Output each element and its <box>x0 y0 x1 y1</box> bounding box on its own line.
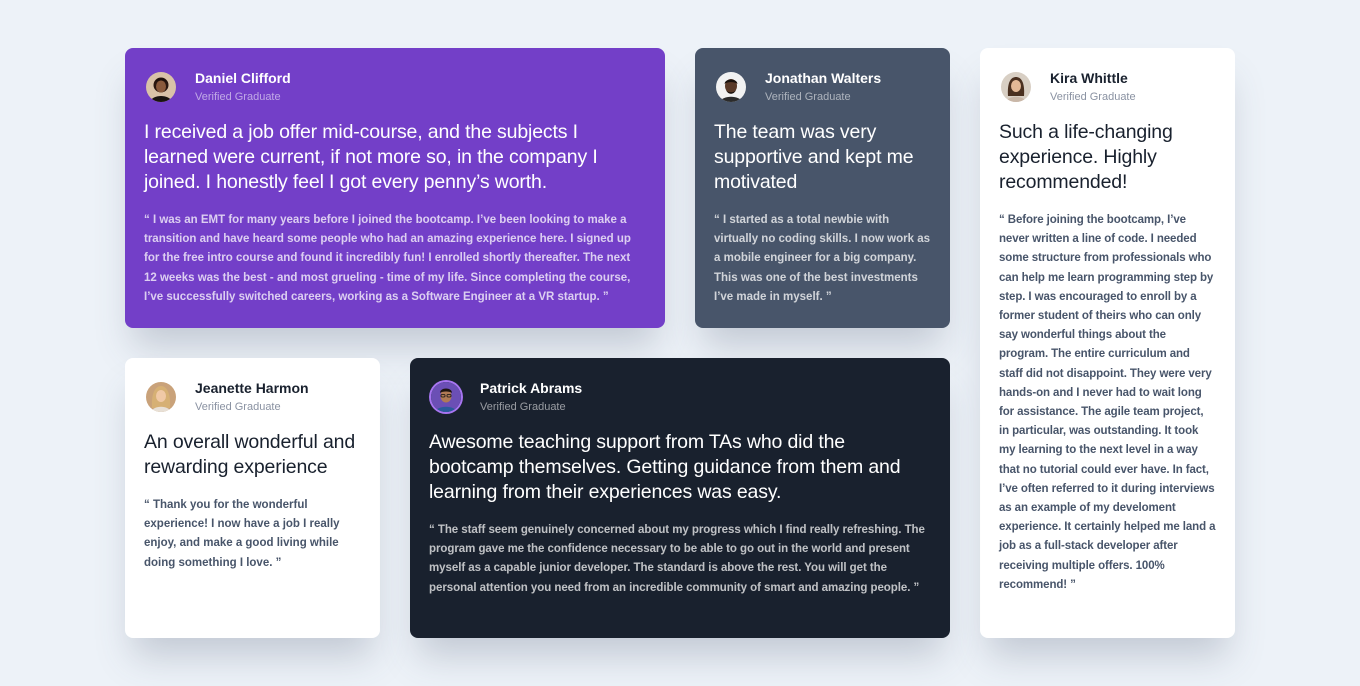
author-info: Jeanette Harmon Verified Graduate <box>195 380 309 414</box>
testimonial-quote: “ The staff seem genuinely concerned abo… <box>429 524 925 594</box>
author-info: Patrick Abrams Verified Graduate <box>480 380 582 414</box>
testimonials-grid: Daniel Clifford Verified Graduate I rece… <box>125 48 1235 638</box>
author-name: Daniel Clifford <box>195 70 291 86</box>
author-name: Patrick Abrams <box>480 380 583 396</box>
avatar-kira-icon <box>1001 72 1031 102</box>
author-status: Verified Graduate <box>765 91 851 103</box>
testimonial-card-jeanette: Jeanette Harmon Verified Graduate An ove… <box>125 358 380 638</box>
avatar-daniel-icon <box>146 72 176 102</box>
author-info: Kira Whittle Verified Graduate <box>1050 70 1136 104</box>
author-name: Kira Whittle <box>1050 70 1128 86</box>
author-status: Verified Graduate <box>480 401 566 413</box>
testimonial-card-patrick: Patrick Abrams Verified Graduate Awesome… <box>410 358 950 638</box>
author-status: Verified Graduate <box>195 91 281 103</box>
testimonial-header: Patrick Abrams Verified Graduate <box>429 380 931 414</box>
avatar-jonathan-icon <box>716 72 746 102</box>
testimonial-quote: “ Thank you for the wonderful experience… <box>144 499 340 569</box>
testimonial-quote: “ I was an EMT for many years before I j… <box>144 214 631 303</box>
testimonial-headline: An overall wonderful and rewarding exper… <box>144 431 356 478</box>
testimonial-headline: The team was very supportive and kept me… <box>714 121 914 193</box>
testimonial-header: Jeanette Harmon Verified Graduate <box>144 380 361 414</box>
testimonial-header: Jonathan Walters Verified Graduate <box>714 70 931 104</box>
avatar-patrick-icon <box>431 382 461 412</box>
author-status: Verified Graduate <box>1050 91 1136 103</box>
testimonial-header: Kira Whittle Verified Graduate <box>999 70 1216 104</box>
testimonial-quote: “ Before joining the bootcamp, I’ve neve… <box>999 214 1216 591</box>
testimonial-quote: “ I started as a total newbie with virtu… <box>714 214 930 303</box>
testimonial-card-kira: Kira Whittle Verified Graduate Such a li… <box>980 48 1235 638</box>
author-name: Jeanette Harmon <box>195 380 309 396</box>
author-info: Jonathan Walters Verified Graduate <box>765 70 881 104</box>
testimonial-headline: I received a job offer mid-course, and t… <box>144 121 598 193</box>
author-info: Daniel Clifford Verified Graduate <box>195 70 291 104</box>
testimonial-card-daniel: Daniel Clifford Verified Graduate I rece… <box>125 48 665 328</box>
testimonial-card-jonathan: Jonathan Walters Verified Graduate The t… <box>695 48 950 328</box>
avatar-jeanette-icon <box>146 382 176 412</box>
testimonial-header: Daniel Clifford Verified Graduate <box>144 70 646 104</box>
testimonial-headline: Awesome teaching support from TAs who di… <box>429 431 901 503</box>
testimonial-headline: Such a life-changing experience. Highly … <box>999 121 1173 193</box>
author-name: Jonathan Walters <box>765 70 882 86</box>
author-status: Verified Graduate <box>195 401 281 413</box>
